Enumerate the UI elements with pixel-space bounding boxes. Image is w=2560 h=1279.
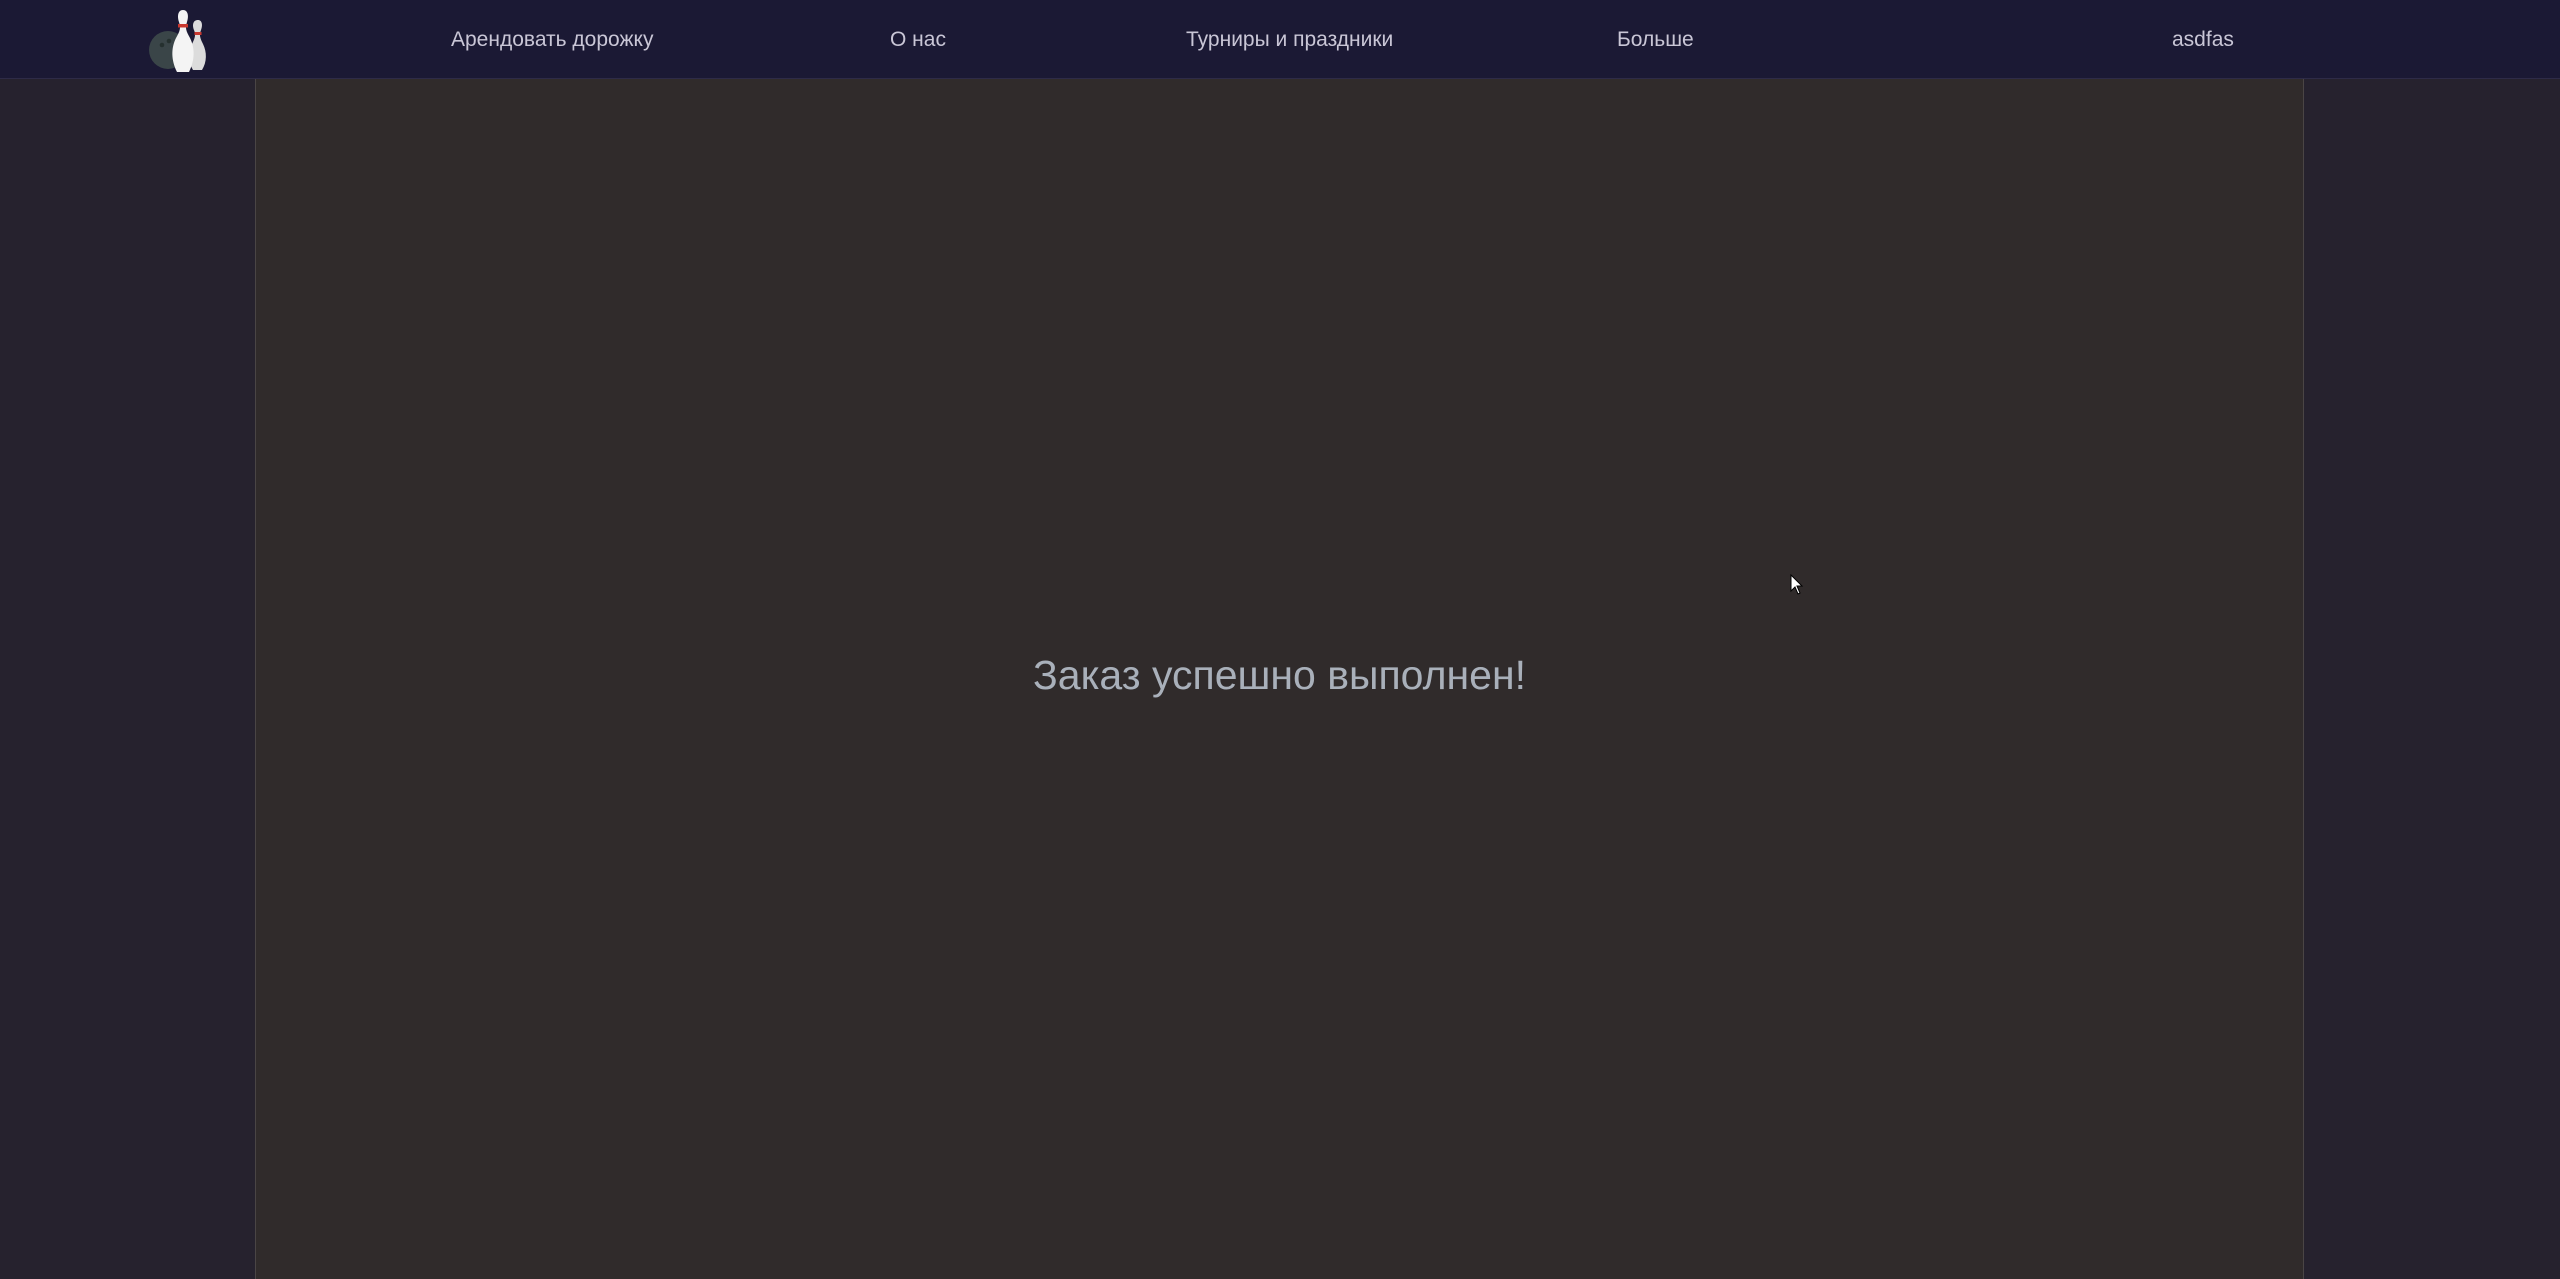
mouse-cursor-icon bbox=[1790, 574, 1804, 595]
nav-link-more[interactable]: Больше bbox=[1617, 0, 1694, 79]
nav-link-tournaments[interactable]: Турниры и праздники bbox=[1186, 0, 1393, 79]
bowling-pins-logo-icon[interactable] bbox=[146, 6, 216, 74]
top-navbar: Арендовать дорожку О нас Турниры и празд… bbox=[0, 0, 2560, 79]
nav-user-account[interactable]: asdfas bbox=[2172, 0, 2234, 79]
nav-link-about[interactable]: О нас bbox=[890, 0, 946, 79]
main-content: Заказ успешно выполнен! bbox=[255, 79, 2304, 1279]
order-success-message: Заказ успешно выполнен! bbox=[1033, 652, 1526, 698]
nav-link-rent-lane[interactable]: Арендовать дорожку bbox=[451, 0, 653, 79]
